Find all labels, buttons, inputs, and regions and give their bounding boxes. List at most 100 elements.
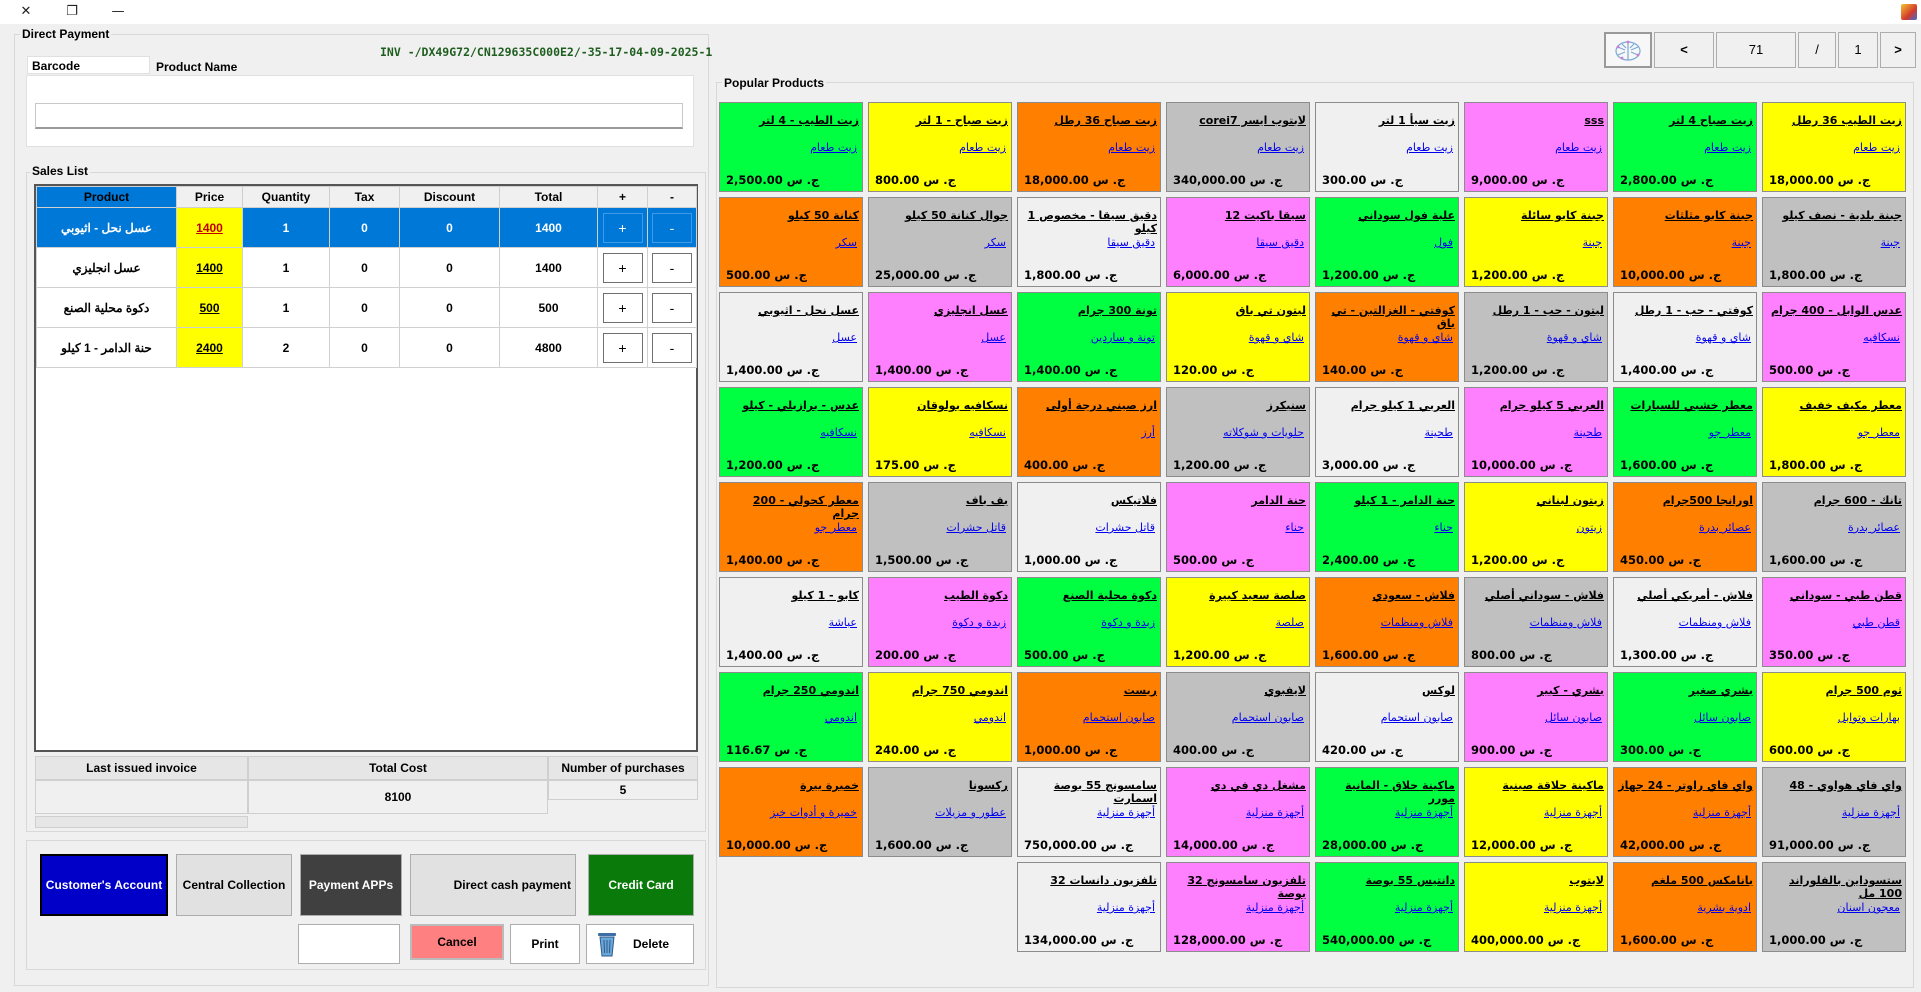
product-card[interactable]: سامسونج 55 بوصة اسمارت أجهزة منزلية 750,00… <box>1017 767 1161 857</box>
increment-button[interactable]: + <box>602 252 643 283</box>
product-category-link[interactable]: زيت طعام <box>1614 141 1756 154</box>
product-category-link[interactable]: أجهزة منزلية <box>1614 806 1756 819</box>
product-card[interactable]: زيت صباح 4 لتر زيت طعام 2,800.00 ج. س <box>1613 102 1757 192</box>
product-category-link[interactable]: نسكافيه <box>869 426 1011 439</box>
product-card[interactable]: ثوم 500 جرام بهارات وتوابل 600.00 ج. س <box>1762 672 1906 762</box>
product-card[interactable]: دكوة الطيب زبدة و دكوة 200.00 ج. س <box>868 577 1012 667</box>
product-category-link[interactable]: أرز <box>1018 426 1160 439</box>
product-category-link[interactable]: اندومي <box>720 711 862 724</box>
product-card[interactable]: زيت الطيب - 4 لتر زيت طعام 2,500.00 ج. س <box>719 102 863 192</box>
product-category-link[interactable]: معطر جو <box>1614 426 1756 439</box>
product-category-link[interactable]: معجون اسنان <box>1763 901 1905 914</box>
product-category-link[interactable]: خميرة و أدوات خبز <box>720 806 862 819</box>
col-total[interactable]: Total <box>499 186 598 208</box>
product-category-link[interactable]: صابون سائل <box>1465 711 1607 724</box>
product-category-link[interactable]: طحينة <box>1316 426 1458 439</box>
col-product[interactable]: Product <box>36 186 177 208</box>
tab-product-name[interactable]: Product Name <box>152 58 272 76</box>
product-category-link[interactable]: زبدة و دكوة <box>1018 616 1160 629</box>
product-category-link[interactable]: أجهزة منزلية <box>1465 901 1607 914</box>
table-row[interactable]: عسل نحل - اثيوبي 1400 1 0 0 1400 + - <box>36 207 697 248</box>
product-category-link[interactable]: طحينة <box>1465 426 1607 439</box>
product-category-link[interactable]: عسل <box>720 331 862 344</box>
product-card[interactable]: لابتوب أجهزة منزلية 400,000.00 ج. س <box>1464 862 1608 952</box>
product-category-link[interactable]: حناء <box>1167 521 1309 534</box>
product-category-link[interactable]: زيت طعام <box>1316 141 1458 154</box>
cell-quantity[interactable]: 1 <box>242 207 330 248</box>
product-category-link[interactable]: اندومي <box>869 711 1011 724</box>
minimize-icon[interactable]: — <box>106 2 130 22</box>
summary-scrollbar[interactable] <box>35 816 248 828</box>
product-card[interactable]: تونة 300 جرام تونة و ساردين 1,400.00 ج. س <box>1017 292 1161 382</box>
product-category-link[interactable]: عصائر بدرة <box>1763 521 1905 534</box>
cell-price[interactable]: 1400 <box>176 207 243 248</box>
product-category-link[interactable]: شاي و قهوة <box>1614 331 1756 344</box>
blank-button[interactable] <box>298 924 400 964</box>
product-category-link[interactable]: أجهزة منزلية <box>1167 901 1309 914</box>
product-card[interactable]: مشغل دي في دي أجهزة منزلية 14,000.00 ج. س <box>1166 767 1310 857</box>
cell-discount[interactable]: 0 <box>399 287 500 328</box>
payment-apps-button[interactable]: Payment APPs <box>300 854 402 916</box>
product-category-link[interactable]: زبدة و دكوة <box>869 616 1011 629</box>
product-category-link[interactable]: زيت طعام <box>1018 141 1160 154</box>
credit-card-button[interactable]: Credit Card <box>588 854 694 916</box>
product-category-link[interactable]: قطن طبي <box>1763 616 1905 629</box>
product-card[interactable]: قطن طبي - سوداني قطن طبي 350.00 ج. س <box>1762 577 1906 667</box>
product-card[interactable]: ليتون تي باق شاي و قهوة 120.00 ج. س <box>1166 292 1310 382</box>
cell-discount[interactable]: 0 <box>399 247 500 288</box>
product-card[interactable]: كوفتي - حب - 1 رطل شاي و قهوة 1,400.00 ج. … <box>1613 292 1757 382</box>
app-logo[interactable] <box>1604 32 1652 68</box>
product-category-link[interactable]: أجهزة منزلية <box>1018 806 1160 819</box>
cell-quantity[interactable]: 1 <box>242 287 330 328</box>
product-card[interactable]: عدس الوابل - 400 جرام نسكافيه 500.00 ج. س <box>1762 292 1906 382</box>
product-card[interactable]: سنيكرز حلويات و شوكلاته 1,200.00 ج. س <box>1166 387 1310 477</box>
product-card[interactable]: بف باف قاتل حشرات 1,500.00 ج. س <box>868 482 1012 572</box>
product-card[interactable]: عسل نحل - اثيوبي عسل 1,400.00 ج. س <box>719 292 863 382</box>
decrement-button[interactable]: - <box>652 252 692 283</box>
product-category-link[interactable]: فلاش ومنظمات <box>1316 616 1458 629</box>
product-category-link[interactable]: أجهزة منزلية <box>1763 806 1905 819</box>
table-row[interactable]: حنة الدامر - 1 كيلو 2400 2 0 0 4800 + - <box>36 327 697 368</box>
tab-barcode[interactable]: Barcode <box>27 56 150 74</box>
product-card[interactable]: معطر مكيف خفيف معطر جو 1,800.00 ج. س <box>1762 387 1906 477</box>
product-category-link[interactable]: أجهزة منزلية <box>1316 806 1458 819</box>
product-category-link[interactable]: شاي و قهوة <box>1465 331 1607 344</box>
product-category-link[interactable]: جبنة <box>1465 236 1607 249</box>
close-icon[interactable]: ✕ <box>14 2 38 22</box>
product-card[interactable]: بانامكس 500 ملغم ادوية بشرية 1,600.00 ج. س <box>1613 862 1757 952</box>
cell-price[interactable]: 1400 <box>176 247 243 288</box>
product-card[interactable]: ماكينة حلاقة صينية أجهزة منزلية 12,000.00 … <box>1464 767 1608 857</box>
cell-tax[interactable]: 0 <box>329 247 400 288</box>
cell-tax[interactable]: 0 <box>329 327 400 368</box>
product-card[interactable]: اورانجا 500جرام عصائر بدرة 450.00 ج. س <box>1613 482 1757 572</box>
cell-discount[interactable]: 0 <box>399 207 500 248</box>
product-card[interactable]: ستسوداين بالفلوراند 100 مل معجون اسنان 1,0… <box>1762 862 1906 952</box>
cell-quantity[interactable]: 2 <box>242 327 330 368</box>
cell-price[interactable]: 2400 <box>176 327 243 368</box>
product-card[interactable]: فلاش - سعودي فلاش ومنظمات 1,600.00 ج. س <box>1315 577 1459 667</box>
product-category-link[interactable]: دقيق سيقا <box>1167 236 1309 249</box>
product-category-link[interactable]: قاتل حشرات <box>869 521 1011 534</box>
product-card[interactable]: العربي 1 كيلو جرام طحينة 3,000.00 ج. س <box>1315 387 1459 477</box>
product-card[interactable]: زيت الطيب 36 رطل زيت طعام 18,000.00 ج. س <box>1762 102 1906 192</box>
product-category-link[interactable]: تونة و ساردين <box>1018 331 1160 344</box>
product-category-link[interactable]: فول <box>1316 236 1458 249</box>
product-card[interactable]: تلفزيون دانسات 32 أجهزة منزلية 134,000.00 … <box>1017 862 1161 952</box>
product-card[interactable]: واي فاي راوتر - 24 جهاز أجهزة منزلية 42,00… <box>1613 767 1757 857</box>
product-card[interactable]: اندومي 750 جرام اندومي 240.00 ج. س <box>868 672 1012 762</box>
product-card[interactable]: فلاش - سوداني أصلي فلاش ومنظمات 800.00 ج. … <box>1464 577 1608 667</box>
table-row[interactable]: عسل انجليزي 1400 1 0 0 1400 + - <box>36 247 697 288</box>
product-card[interactable]: كنانة 50 كيلو سكر 500.00 ج. س <box>719 197 863 287</box>
product-category-link[interactable]: دقيق سيقا <box>1018 236 1160 249</box>
product-card[interactable]: معطر كحولي - 200 جرام معطر جو 1,400.00 ج. … <box>719 482 863 572</box>
cancel-button[interactable]: Cancel <box>410 924 504 960</box>
product-category-link[interactable]: معطر جو <box>720 521 862 534</box>
product-card[interactable]: جبنة كابو مثلثات جبنة 10,000.00 ج. س <box>1613 197 1757 287</box>
customers-account-button[interactable]: Customer's Account <box>40 854 168 916</box>
table-row[interactable]: دكوة محلية الصنع 500 1 0 0 500 + - <box>36 287 697 328</box>
product-category-link[interactable]: أجهزة منزلية <box>1167 806 1309 819</box>
product-card[interactable]: بشري صغير صابون سائل 300.00 ج. س <box>1613 672 1757 762</box>
next-page-button[interactable]: > <box>1880 32 1916 68</box>
product-card[interactable]: فلاتيكس قاتل حشرات 1,000.00 ج. س <box>1017 482 1161 572</box>
decrement-button[interactable]: - <box>652 292 692 323</box>
